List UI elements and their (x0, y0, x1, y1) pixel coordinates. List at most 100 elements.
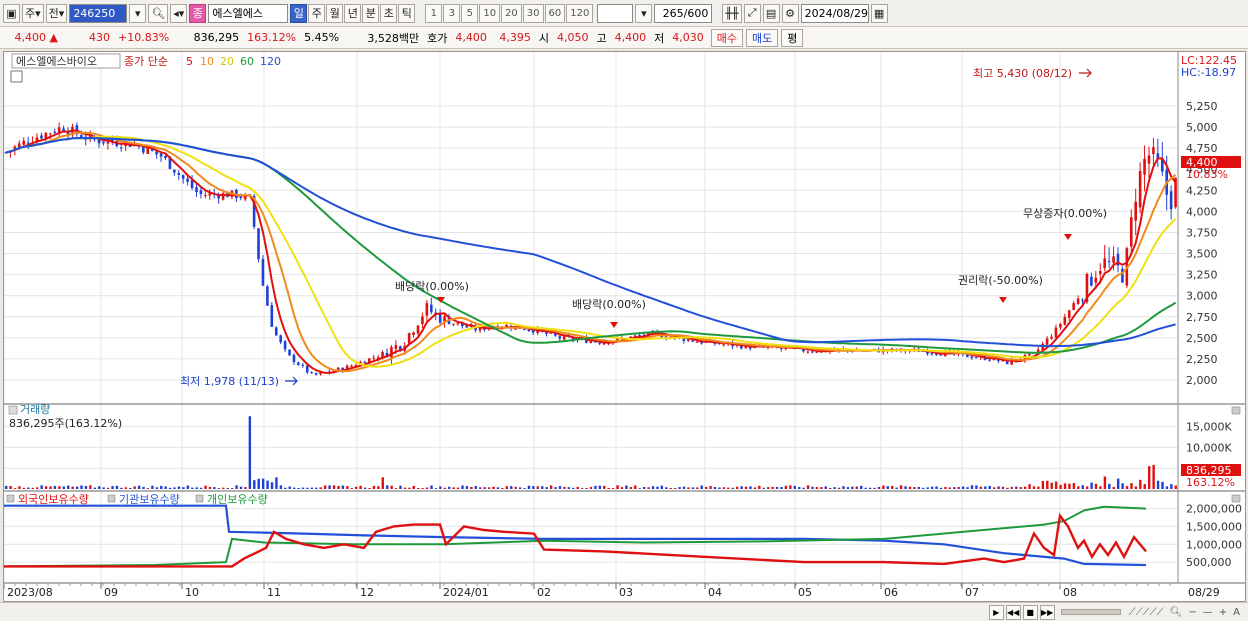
candle-body (425, 303, 429, 316)
settings-gear-icon[interactable]: ⚙ (781, 3, 799, 23)
stock-badge: 종 (189, 3, 207, 23)
zoom-icon[interactable]: 🔍︎ (1168, 607, 1185, 618)
interval-dropdown-icon[interactable]: ▾ (635, 3, 653, 23)
volume-bar (842, 486, 845, 489)
average-button[interactable]: 평 (781, 28, 804, 47)
zoom-slider[interactable] (1060, 609, 1121, 615)
interval-button-3[interactable]: 3 (443, 3, 461, 23)
zoom-bar-icon[interactable]: — (1201, 607, 1215, 618)
volume-bar (1103, 476, 1107, 489)
speaker-icon[interactable]: ◂▾ (170, 3, 188, 23)
forward-icon[interactable]: ▶▶ (1039, 604, 1055, 620)
interval-button-5[interactable]: 5 (461, 3, 479, 23)
volume-bar (9, 486, 12, 489)
scroll-right-icon[interactable]: ▶ (988, 604, 1004, 620)
period-tab-0[interactable]: 일 (290, 3, 308, 23)
volume-bar (1139, 479, 1142, 489)
stock-chart-window: ▣ 주 ▾ 전 ▾ 246250 ▾ 🔍︎ ◂▾ 종 에스엘에스 일주월년분초틱 1… (0, 0, 1248, 621)
code-dropdown-icon[interactable]: ▾ (129, 3, 147, 23)
volume-bar (474, 486, 477, 489)
candle-body (1094, 277, 1098, 283)
event-dividend-1: 배당락(0.00%) (395, 280, 469, 293)
buy-button[interactable]: 매수 (710, 28, 743, 47)
candle-body (695, 341, 699, 343)
volume-bar (735, 486, 739, 489)
candle-body (119, 147, 123, 149)
calendar-icon[interactable]: ▦ (870, 3, 888, 23)
zoom-out-icon[interactable]: − (1186, 607, 1198, 618)
interval-button-10[interactable]: 10 (479, 3, 501, 23)
candle-body (1169, 191, 1173, 210)
interval-input[interactable] (597, 3, 634, 23)
month-tick: 03 (619, 586, 633, 599)
volume-bar (1081, 485, 1084, 489)
stock-name-field[interactable]: 에스엘에스 (208, 3, 289, 23)
volume-bar (1006, 487, 1009, 489)
volume-bar (328, 485, 331, 489)
indicator-grid-icon[interactable] (10, 70, 23, 83)
volume-bar (913, 487, 916, 489)
volume-bar (1077, 486, 1080, 489)
stock-code-input[interactable]: 246250 (69, 3, 128, 23)
chart-svg[interactable]: 에스엘에스바이오 종가 단순 5 10 20 60 120 LC:122.45 … (4, 52, 1245, 601)
sell-button[interactable]: 매도 (745, 28, 779, 47)
drawing-tool-icon[interactable]: ⤢ (743, 3, 761, 23)
interval-button-30[interactable]: 30 (522, 3, 544, 23)
market-select[interactable]: 주 ▾ (22, 3, 44, 23)
volume-bar (997, 486, 1000, 489)
volume-panel-close-icon[interactable] (1231, 406, 1241, 415)
save-icon[interactable]: ▤ (762, 3, 780, 23)
volume-bar (758, 485, 761, 489)
volume-bar (253, 480, 256, 489)
volume-bar (1125, 486, 1129, 489)
chart-menu-icon[interactable]: ▣ (3, 3, 20, 23)
candle-body (421, 316, 424, 325)
period-tab-3[interactable]: 년 (344, 3, 362, 23)
period-tab-1[interactable]: 주 (308, 3, 326, 23)
stop-icon[interactable]: ■ (1022, 604, 1038, 620)
period-tabs: 일주월년분초틱 (290, 3, 416, 23)
font-size-icon[interactable]: A (1231, 607, 1242, 618)
chart-area[interactable]: 에스엘에스바이오 종가 단순 5 10 20 60 120 LC:122.45 … (3, 51, 1246, 602)
candle-body (1072, 303, 1075, 310)
interval-button-120[interactable]: 120 (566, 3, 594, 23)
period-tab-2[interactable]: 월 (326, 3, 344, 23)
candle-body (988, 359, 991, 361)
candle-body (1067, 310, 1071, 318)
adjust-select[interactable]: 전 ▾ (45, 3, 68, 23)
month-tick: 07 (965, 586, 979, 599)
volume-bar (961, 486, 965, 489)
candle-body (1143, 158, 1146, 175)
holding-panel-close-icon[interactable] (1231, 494, 1241, 503)
rewind-icon[interactable]: ◀◀ (1005, 604, 1021, 620)
interval-button-60[interactable]: 60 (544, 3, 566, 23)
search-icon[interactable]: 🔍︎ (148, 3, 169, 23)
volume-bar (647, 487, 650, 489)
chart-tools-icon[interactable]: ⟋⟋⟋⟋⟋ (1127, 607, 1166, 618)
period-tab-5[interactable]: 초 (380, 3, 398, 23)
candle-body (1054, 327, 1058, 338)
volume-bar (385, 485, 389, 489)
volume-panel-icon[interactable] (8, 405, 18, 415)
date-input[interactable]: 2024/08/29 (800, 3, 869, 23)
volume-bar (479, 487, 482, 489)
volume-bar (151, 485, 154, 489)
volume-bar (527, 485, 531, 489)
volume-bar (1112, 486, 1115, 489)
quote-bar: 4,400 ▲ 430 +10.83% 836,295 163.12% 5.45… (0, 27, 1248, 49)
candle-body (970, 356, 974, 358)
count-input[interactable]: 265/600 (654, 3, 713, 23)
period-tab-6[interactable]: 틱 (398, 3, 416, 23)
period-tab-4[interactable]: 분 (362, 3, 380, 23)
volume-bar (815, 487, 819, 489)
volume-bar (651, 486, 655, 489)
interval-button-1[interactable]: 1 (425, 3, 443, 23)
interval-button-20[interactable]: 20 (501, 3, 522, 23)
volume-bar (979, 486, 983, 489)
candle-type-icon[interactable]: ╫╫ (722, 3, 742, 23)
zoom-in-icon[interactable]: + (1217, 607, 1229, 618)
volume-bar (1015, 486, 1018, 489)
volume-bar (877, 486, 881, 489)
volume-bar (922, 487, 925, 489)
volume-bar (1152, 464, 1155, 489)
